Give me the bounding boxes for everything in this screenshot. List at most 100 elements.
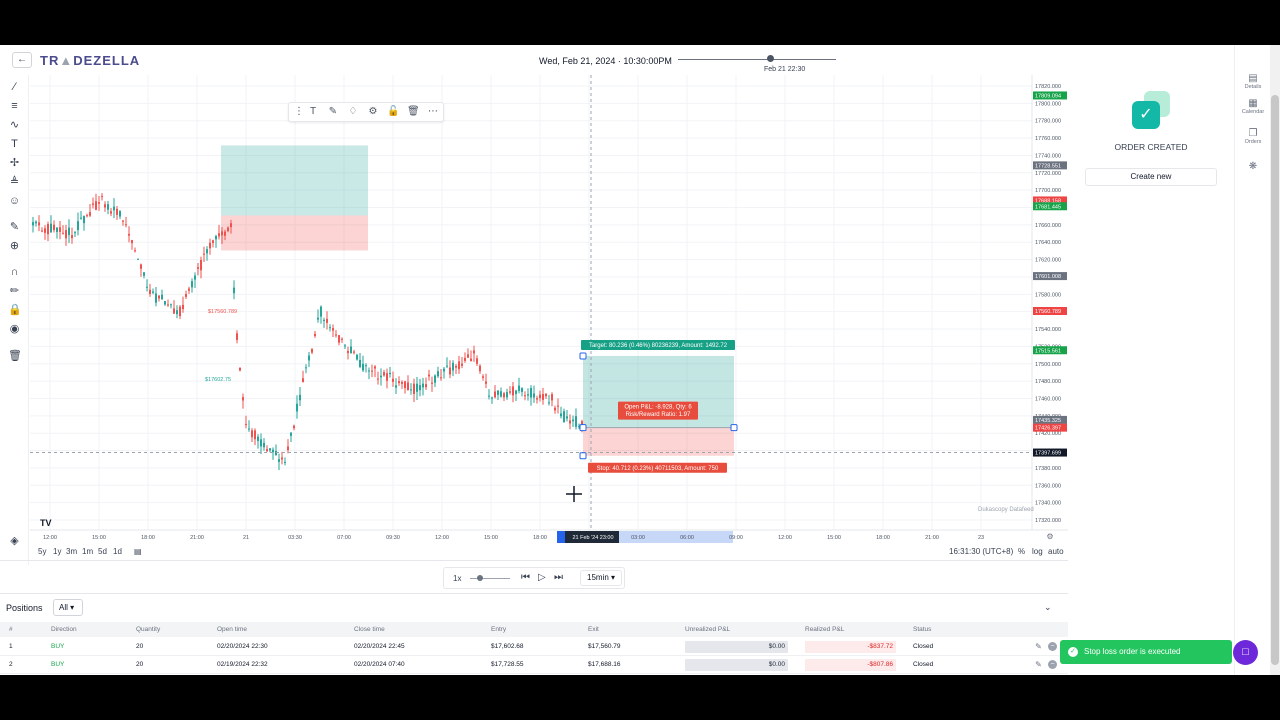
page-scrollbar[interactable] [1270,45,1280,675]
trash-icon[interactable]: 🗑 [8,350,22,363]
drag-handle-icon[interactable]: ⋮ [293,106,305,118]
settings-gear-icon[interactable]: ⚙ [367,106,379,118]
replay-speed-handle[interactable] [477,575,483,581]
scrollbar-thumb[interactable] [1271,95,1279,665]
candle-body [395,385,397,388]
time-tick: 15:00 [484,535,498,541]
timezone-clock[interactable]: 16:31:30 (UTC+8) [949,547,1013,556]
replay-date-slider-handle[interactable] [767,55,774,62]
time-tick: 21:00 [925,535,939,541]
price-badge: 17728.551 [1035,163,1061,169]
candle-body [320,306,322,317]
rail-debug[interactable]: ❋ [1235,161,1271,172]
timeframe-1d[interactable]: 1d [113,547,122,556]
trendline-tool-icon[interactable]: ∕ [8,81,21,94]
price-badge: 17397.699 [1035,451,1061,457]
zoom-tool-icon[interactable]: ⊕ [8,240,21,253]
brush-tool-icon[interactable]: ∿ [8,119,21,132]
log-scale-toggle[interactable]: log [1032,547,1043,556]
timeframe-1m[interactable]: 1m [82,547,93,556]
ruler-tool-icon[interactable]: ✎ [8,221,21,234]
replay-speed[interactable]: 1x [453,574,461,583]
collapse-chevron-icon[interactable]: ⌄ [1044,602,1052,613]
lock-icon[interactable]: 🔓 [387,106,399,118]
candle-body [248,428,250,430]
table-row[interactable]: 1 BUY 20 02/20/2024 22:30 02/20/2024 22:… [0,638,1068,656]
forecast-tool-icon[interactable]: ≜ [8,176,21,189]
candle-body [203,253,205,255]
percent-scale-toggle[interactable]: % [1018,547,1025,556]
delete-trash-icon[interactable]: 🗑 [407,106,420,118]
remove-icon[interactable]: − [1048,642,1057,651]
candle-body [515,390,517,395]
lock-drawing-pencil-icon[interactable]: ✏ [8,285,21,298]
edit-pencil-icon[interactable]: ✎ [1034,642,1043,651]
step-forward-icon[interactable]: ⏭ [554,572,563,583]
rail-orders[interactable]: ❐ Orders [1235,128,1271,145]
price-chart[interactable]: Target: 80.236 (0.46%) 80236239, Amount:… [30,75,1068,565]
rail-details[interactable]: ▤ Details [1235,73,1271,90]
table-row[interactable]: 2 BUY 20 02/19/2024 22:32 02/20/2024 07:… [0,656,1068,674]
rail-calendar[interactable]: ▦ Calendar [1235,98,1271,115]
candle-body [269,448,271,451]
price-tick: 17780.000 [1035,119,1061,125]
candle-body [221,231,223,236]
price-axis[interactable]: 17820.000 17800.000 17780.000 17760.000 1774… [1031,75,1067,530]
candle-body [149,289,151,294]
date-range-calendar-icon[interactable]: ▤ [134,547,142,556]
more-icon[interactable]: ⋯ [427,106,439,118]
price-badge: 17426.397 [1035,426,1061,432]
lock-icon[interactable]: 🔒 [8,304,22,317]
edit-pencil-icon[interactable]: ✎ [1034,660,1043,669]
candle-body [434,375,436,383]
auto-scale-toggle[interactable]: auto [1048,547,1064,556]
candle-body [281,457,283,460]
timeframe-5d[interactable]: 5d [98,547,107,556]
fill-color-icon[interactable]: ♢ [347,106,359,118]
candle-body [461,363,463,366]
candle-body [233,287,235,294]
create-new-button[interactable]: Create new [1085,168,1217,186]
candle-body [209,242,211,249]
timeframe-5y[interactable]: 5y [38,547,46,556]
position-handle [730,424,738,432]
pattern-tool-icon[interactable]: ✢ [8,157,21,170]
text-icon[interactable]: T [307,106,319,118]
chat-support-button[interactable]: □ [1233,640,1258,665]
price-tick: 17820.000 [1035,84,1061,90]
chart-canvas[interactable]: Target: 80.236 (0.46%) 80236239, Amount:… [30,75,1068,565]
eye-icon[interactable]: ◉ [8,323,21,336]
positions-filter-select[interactable]: All ▾ [53,599,83,616]
remove-icon[interactable]: − [1048,660,1057,669]
candle-body [476,358,478,364]
candle-body [146,286,148,288]
price-tick: 17460.000 [1035,396,1061,402]
price-tick: 17480.000 [1035,379,1061,385]
candle-body [188,288,190,291]
candle-body [389,372,391,375]
timeframe-1y[interactable]: 1y [53,547,61,556]
candle-body [347,350,349,354]
price-tick: 17620.000 [1035,258,1061,264]
arrow-left-icon: ← [17,54,27,65]
interval-select[interactable]: 15min ▾ [580,570,622,586]
step-back-icon[interactable]: ⏮ [521,572,530,583]
candle-body [473,350,475,354]
candle-body [173,308,175,314]
fib-tool-icon[interactable]: ≡ [8,100,21,113]
text-tool-icon[interactable]: T [8,138,21,151]
toast-notification[interactable]: ✓ Stop loss order is executed [1060,640,1232,664]
replay-date-slider[interactable] [678,59,836,60]
back-button[interactable]: ← [12,52,32,68]
candle-body [575,416,577,427]
stop-zone[interactable] [583,427,734,456]
time-axis[interactable]: 12:00 15:00 18:00 21:00 21 03:30 07:00 09:30 12:… [30,529,1068,543]
price-tick: 17360.000 [1035,483,1061,489]
magnet-tool-icon[interactable]: ∩ [8,266,21,279]
replay-speed-slider[interactable] [470,578,510,579]
line-color-icon[interactable]: ✎ [327,106,339,118]
play-icon[interactable]: ▷ [538,572,546,583]
emoji-tool-icon[interactable]: ☺ [8,195,21,208]
old-exit-label: $17560.789 [208,309,237,315]
timeframe-3m[interactable]: 3m [66,547,77,556]
